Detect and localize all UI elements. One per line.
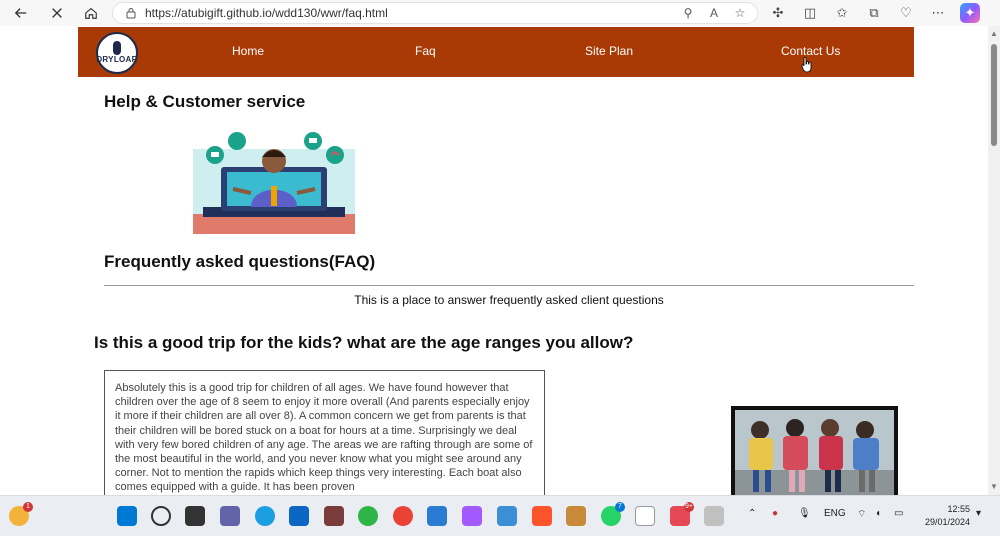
nav-faq[interactable]: Faq xyxy=(415,44,436,58)
whatsapp-icon[interactable]: 7 xyxy=(601,502,625,526)
scroll-thumb[interactable] xyxy=(991,44,997,146)
notifications-bell-icon[interactable]: ▾ xyxy=(976,508,981,519)
wifi-icon[interactable]: ⌔ xyxy=(857,508,866,521)
edge-icon[interactable] xyxy=(255,506,275,526)
microphone-tray-icon[interactable]: 🎙 xyxy=(798,508,811,519)
copilot-icon[interactable]: ✦ xyxy=(960,3,980,23)
snipping-tool-icon[interactable] xyxy=(704,506,724,526)
app-icon[interactable] xyxy=(324,506,344,526)
figma-icon[interactable] xyxy=(462,506,482,526)
task-view-icon[interactable] xyxy=(185,506,205,526)
browser-essentials-icon[interactable]: ♡ xyxy=(896,3,916,23)
scroll-down-icon[interactable]: ▼ xyxy=(990,483,998,491)
page-scrollbar[interactable]: ▲ ▼ xyxy=(988,26,1000,495)
windows-taskbar: 1 7 9+ ⌃ ● 🎙 ENG ⌔ ◖ ▭ 12:55 29/01/2024 … xyxy=(0,495,1000,536)
help-heading: Help & Customer service xyxy=(104,92,306,111)
linkedin-icon[interactable] xyxy=(289,506,309,526)
site-navigation: DRYLOAR Home Faq Site Plan Contact Us xyxy=(78,27,914,77)
hand-cursor-icon xyxy=(801,57,812,73)
faq-answer-text: Absolutely this is a good trip for child… xyxy=(115,382,533,494)
connect-icon[interactable] xyxy=(635,506,655,526)
microphone-icon xyxy=(113,40,121,55)
system-clock[interactable]: 12:55 29/01/2024 xyxy=(920,503,970,529)
weather-badge: 1 xyxy=(23,502,33,512)
clock-date: 29/01/2024 xyxy=(924,517,970,527)
split-screen-icon[interactable]: ◫ xyxy=(800,3,820,23)
collections-icon[interactable]: ⧉ xyxy=(864,3,884,23)
favorite-star-icon[interactable]: ☆ xyxy=(733,6,747,20)
read-aloud-icon[interactable]: A xyxy=(707,6,721,20)
close-icon[interactable] xyxy=(44,2,70,24)
more-options-icon[interactable]: ⋯ xyxy=(928,3,948,23)
home-icon[interactable] xyxy=(78,2,104,24)
vscode-icon[interactable] xyxy=(427,506,447,526)
language-indicator[interactable]: ENG xyxy=(824,508,846,519)
nav-site-plan[interactable]: Site Plan xyxy=(585,44,633,58)
battery-icon[interactable]: ▭ xyxy=(894,508,903,519)
whatsapp-badge: 7 xyxy=(615,502,625,512)
site-logo[interactable]: DRYLOAR xyxy=(96,32,138,74)
url-text: https://atubigift.github.io/wdd130/wwr/f… xyxy=(145,6,388,20)
zoom-icon[interactable]: ⚲ xyxy=(681,6,695,20)
scroll-up-icon[interactable]: ▲ xyxy=(990,30,998,38)
favorites-icon[interactable]: ✩ xyxy=(832,3,852,23)
lock-icon xyxy=(126,8,136,19)
squirrel-icon[interactable] xyxy=(566,506,586,526)
faq-heading: Frequently asked questions(FAQ) xyxy=(104,252,376,271)
faq-question: Is this a good trip for the kids? what a… xyxy=(94,333,634,352)
teams-meet-icon[interactable] xyxy=(220,506,240,526)
security-icon[interactable]: ● xyxy=(772,508,778,519)
volume-icon[interactable]: ◖ xyxy=(875,508,881,519)
search-icon[interactable] xyxy=(151,506,171,526)
extensions-icon[interactable]: ✣ xyxy=(768,3,788,23)
children-backpacks-illustration xyxy=(735,410,894,495)
browser-toolbar: https://atubigift.github.io/wdd130/wwr/f… xyxy=(0,0,1000,26)
faq-subtitle: This is a place to answer frequently ask… xyxy=(354,293,664,307)
brave-icon[interactable] xyxy=(532,506,552,526)
nav-contact-us[interactable]: Contact Us xyxy=(781,44,840,58)
notification-app-icon[interactable]: 9+ xyxy=(670,502,694,526)
clock-time: 12:55 xyxy=(947,504,970,514)
page-viewport: DRYLOAR Home Faq Site Plan Contact Us He… xyxy=(0,26,988,495)
nav-home[interactable]: Home xyxy=(232,44,264,58)
section-divider xyxy=(104,285,914,286)
notification-badge: 9+ xyxy=(684,502,694,512)
faq-answer-box: Absolutely this is a good trip for child… xyxy=(104,370,545,495)
tray-chevron-icon[interactable]: ⌃ xyxy=(748,508,756,519)
kids-photo xyxy=(731,406,898,495)
upwork-icon[interactable] xyxy=(358,506,378,526)
back-icon[interactable] xyxy=(8,2,34,24)
logo-text: DRYLOAR xyxy=(96,54,138,64)
app-blue-icon[interactable] xyxy=(497,506,517,526)
address-bar[interactable]: https://atubigift.github.io/wdd130/wwr/f… xyxy=(112,2,758,24)
start-icon[interactable] xyxy=(117,506,137,526)
weather-icon[interactable]: 1 xyxy=(9,502,33,526)
customer-service-illustration xyxy=(193,132,355,234)
chrome-icon[interactable] xyxy=(393,506,413,526)
